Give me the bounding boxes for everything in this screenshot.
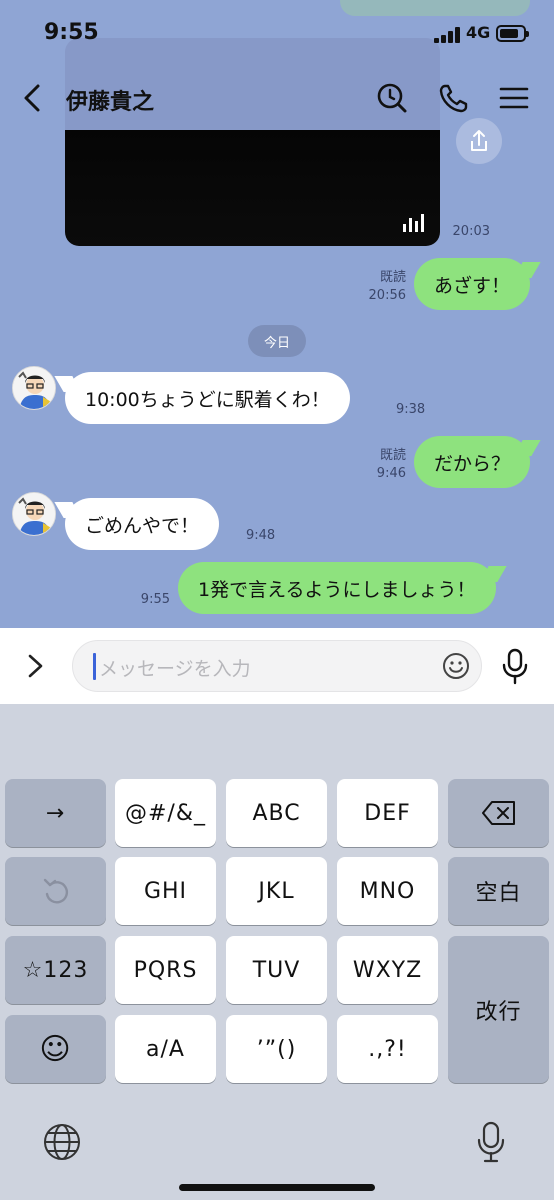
back-arrow-icon[interactable] <box>18 82 48 114</box>
key-abc[interactable]: ABC <box>226 779 327 847</box>
avatar[interactable] <box>12 492 56 536</box>
text-caret <box>93 653 96 680</box>
read-receipt: 既読 <box>379 270 406 285</box>
avatar-illustration <box>13 493 55 535</box>
message-text: 10:00ちょうどに駅着くわ！ <box>85 388 330 411</box>
message-text: 1発で言えるようにしましょう！ <box>198 578 476 601</box>
key-symbols[interactable]: @#/&_ <box>115 779 216 847</box>
dictation-mic-icon[interactable] <box>476 1120 506 1164</box>
their-message-bubble[interactable]: ごめんやで！ <box>65 498 220 550</box>
message-time: 9:46 <box>376 466 406 481</box>
volume-bars-icon <box>403 214 424 232</box>
key-tuv[interactable]: TUV <box>226 936 327 1004</box>
message-time: 20:56 <box>368 288 406 303</box>
their-message-bubble[interactable]: 10:00ちょうどに駅着くわ！ <box>65 372 350 424</box>
my-message-bubble[interactable]: 1発で言えるようにしましょう！ <box>178 562 496 614</box>
chat-area[interactable]: 20:03 9:55 4G 伊藤貴之 既読 20:56 あざす！ 今日 10:0… <box>0 0 554 628</box>
search-history-icon[interactable] <box>374 80 410 116</box>
status-bar: 9:55 4G <box>0 0 554 66</box>
key-jkl[interactable]: JKL <box>226 857 327 925</box>
key-quotes[interactable]: ’”() <box>226 1015 327 1083</box>
date-separator: 今日 <box>248 325 306 357</box>
key-delete[interactable] <box>448 779 549 847</box>
message-time: 9:48 <box>246 528 276 543</box>
status-time: 9:55 <box>44 20 99 45</box>
mic-icon[interactable] <box>500 646 530 686</box>
key-undo[interactable] <box>5 857 106 925</box>
message-placeholder: メッセージを入力 <box>99 658 251 680</box>
video-timestamp: 20:03 <box>452 224 490 239</box>
message-input-bar: メッセージを入力 <box>0 628 554 704</box>
undo-icon <box>43 878 68 904</box>
chat-header: 伊藤貴之 <box>0 66 554 130</box>
menu-icon[interactable] <box>496 80 532 116</box>
key-return[interactable]: 改行 <box>448 936 549 1083</box>
key-def[interactable]: DEF <box>337 779 438 847</box>
phone-icon[interactable] <box>436 80 472 116</box>
message-time: 9:55 <box>140 592 170 607</box>
globe-icon[interactable] <box>42 1122 82 1162</box>
avatar-illustration <box>13 367 55 409</box>
chevron-right-icon[interactable] <box>24 650 48 682</box>
key-space[interactable]: 空白 <box>448 857 549 925</box>
key-case[interactable]: a/A <box>115 1015 216 1083</box>
home-indicator[interactable] <box>179 1184 375 1191</box>
chat-title: 伊藤貴之 <box>66 90 155 115</box>
key-emoji[interactable]: ☺ <box>5 1015 106 1083</box>
key-mode[interactable]: ☆123 <box>5 936 106 1004</box>
key-next[interactable]: → <box>5 779 106 847</box>
message-time: 9:38 <box>396 402 426 417</box>
my-message-bubble[interactable]: あざす！ <box>414 258 531 310</box>
message-text: ごめんやで！ <box>85 514 200 537</box>
battery-icon <box>496 25 529 42</box>
key-wxyz[interactable]: WXYZ <box>337 936 438 1004</box>
key-mno[interactable]: MNO <box>337 857 438 925</box>
read-receipt: 既読 <box>379 448 406 463</box>
signal-icon <box>434 27 460 43</box>
message-text: あざす！ <box>434 274 511 297</box>
message-input[interactable]: メッセージを入力 <box>72 640 482 692</box>
delete-icon <box>481 801 515 825</box>
key-punctuation[interactable]: .,?! <box>337 1015 438 1083</box>
my-message-bubble[interactable]: だから？ <box>414 436 531 488</box>
message-text: だから？ <box>434 452 511 475</box>
key-pqrs[interactable]: PQRS <box>115 936 216 1004</box>
key-ghi[interactable]: GHI <box>115 857 216 925</box>
emoji-icon[interactable] <box>441 651 471 681</box>
network-label: 4G <box>466 23 491 42</box>
flick-keyboard: → @#/&_ ABC DEF GHI JKL MNO 空白 ☆123 PQRS… <box>0 704 554 1200</box>
avatar[interactable] <box>12 366 56 410</box>
